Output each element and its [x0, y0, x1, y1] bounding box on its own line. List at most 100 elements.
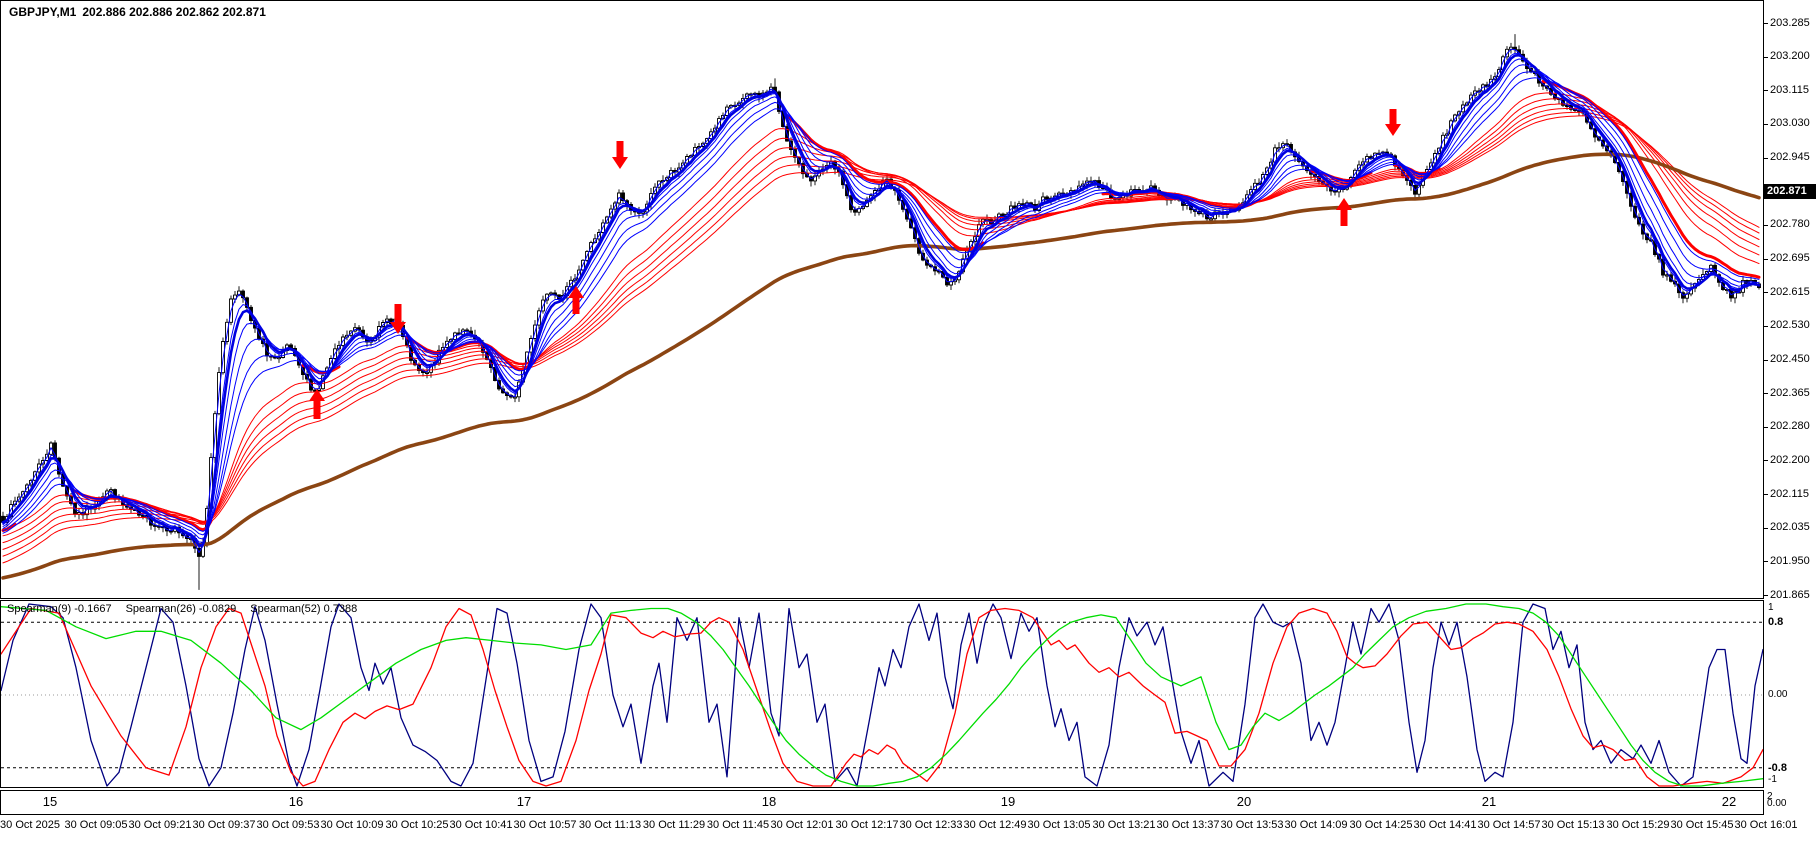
- price-axis-tick: [1763, 124, 1768, 125]
- time-axis-label: 30 Oct 15:45: [1671, 819, 1734, 831]
- indicator-axis-label: 0.8: [1768, 616, 1783, 628]
- price-axis-tick: [1763, 23, 1768, 24]
- time-axis-label: 30 Oct 13:53: [1221, 819, 1284, 831]
- price-axis-label: 203.030: [1770, 117, 1810, 129]
- time-axis-label: 30 Oct 13:05: [1028, 819, 1091, 831]
- slow-ema-line: [3, 93, 1759, 529]
- price-axis-tick: [1763, 393, 1768, 394]
- time-axis-label: 30 Oct 12:33: [900, 819, 963, 831]
- signal-arrow-down-icon[interactable]: [612, 141, 628, 169]
- spearman-chart-canvas[interactable]: [1, 601, 1763, 787]
- price-axis-label: 202.945: [1770, 151, 1810, 163]
- price-axis-tick: [1763, 90, 1768, 91]
- time-axis-label: 30 Oct 12:49: [964, 819, 1027, 831]
- signal-arrow-down-icon[interactable]: [1385, 109, 1401, 136]
- signal-arrow-up-icon[interactable]: [309, 389, 325, 419]
- indicator-value-label: Spearman(52) 0.7388: [250, 603, 357, 615]
- time-axis-label: 30 Oct 14:57: [1478, 819, 1541, 831]
- slow-ema-line: [3, 104, 1759, 543]
- price-axis-label: 203.200: [1770, 50, 1810, 62]
- price-axis-label: 202.780: [1770, 218, 1810, 230]
- hour-label: 17: [517, 794, 531, 809]
- price-axis-tick: [1763, 292, 1768, 293]
- price-axis-tick: [1763, 158, 1768, 159]
- hour-label: 18: [762, 794, 776, 809]
- price-axis-label: 202.200: [1770, 454, 1810, 466]
- indicator-value-label: Spearman(26) -0.0829: [126, 603, 237, 615]
- indicator-axis-label: -1: [1768, 774, 1777, 785]
- median-thick-blue-line: [3, 55, 1759, 545]
- time-axis-label: 30 Oct 15:29: [1607, 819, 1670, 831]
- price-axis-tick: [1763, 225, 1768, 226]
- spearman-indicator-window[interactable]: Spearman(9) -0.1667 Spearman(26) -0.0829 S…: [0, 600, 1764, 788]
- price-axis-tick: [1763, 460, 1768, 461]
- price-axis-label: 202.450: [1770, 353, 1810, 365]
- price-axis-tick: [1763, 528, 1768, 529]
- hour-label: 22: [1722, 794, 1736, 809]
- price-axis-label: 201.950: [1770, 555, 1810, 567]
- main-price-chart[interactable]: GBPJPY,M1 202.886 202.886 202.862 202.871: [0, 0, 1764, 599]
- price-axis-tick: [1763, 57, 1768, 58]
- signal-arrow-up-icon[interactable]: [1336, 198, 1352, 226]
- current-price-badge: 202.871: [1764, 184, 1816, 199]
- time-axis-label: 30 Oct 14:25: [1350, 819, 1413, 831]
- bull-candles: [6, 47, 1753, 556]
- time-axis-label: 30 Oct 09:21: [129, 819, 192, 831]
- hour-strip-axis-label: 0.00: [1767, 798, 1786, 809]
- chart-ohlc-label: 202.886 202.886 202.862 202.871: [82, 5, 266, 19]
- price-axis-tick: [1763, 427, 1768, 428]
- indicator-axis-label: -0.8: [1768, 762, 1787, 774]
- price-axis-label: 202.530: [1770, 319, 1810, 331]
- hour-label: 19: [1001, 794, 1015, 809]
- time-axis-label: 30 Oct 10:57: [514, 819, 577, 831]
- fast-ema-line: [3, 78, 1759, 533]
- hour-label: 15: [43, 794, 57, 809]
- time-axis-label: 30 Oct 11:29: [643, 819, 705, 831]
- spearman26-line: [1, 609, 1763, 787]
- time-axis-label: 30 Oct 12:17: [836, 819, 899, 831]
- slow-ema-line: [3, 108, 1759, 549]
- hour-label: 20: [1237, 794, 1251, 809]
- chart-symbol-label: GBPJPY,M1: [9, 5, 76, 19]
- chart-title: GBPJPY,M1 202.886 202.886 202.862 202.871: [9, 5, 272, 19]
- indicator-axis-label: 1: [1768, 602, 1774, 613]
- time-axis-label: 30 Oct 10:25: [386, 819, 449, 831]
- time-axis-label: 30 Oct 14:41: [1414, 819, 1477, 831]
- price-axis-tick: [1763, 494, 1768, 495]
- time-axis-label: 30 Oct 16:01: [1735, 819, 1798, 831]
- hour-label: 21: [1482, 794, 1496, 809]
- time-axis-label: 30 Oct 14:09: [1285, 819, 1348, 831]
- indicator-value-label: Spearman(9) -0.1667: [7, 603, 112, 615]
- price-axis-tick: [1763, 561, 1768, 562]
- time-axis-label: 30 Oct 09:05: [65, 819, 128, 831]
- mt4-chart-window: GBPJPY,M1 202.886 202.886 202.862 202.871…: [0, 0, 1816, 847]
- time-axis[interactable]: 30 Oct 202530 Oct 09:0530 Oct 09:2130 Oc…: [0, 815, 1816, 845]
- price-axis-label: 202.695: [1770, 252, 1810, 264]
- bear-candles: [2, 47, 1761, 556]
- long-ma-brown-line: [3, 154, 1759, 578]
- candlestick-chart-canvas[interactable]: [1, 1, 1763, 598]
- time-axis-label: 30 Oct 12:01: [771, 819, 834, 831]
- price-axis-label: 201.865: [1770, 589, 1810, 601]
- time-axis-label: 30 Oct 09:37: [193, 819, 256, 831]
- price-axis-tick: [1763, 326, 1768, 327]
- price-axis-label: 202.615: [1770, 286, 1810, 298]
- time-axis-label: 30 Oct 15:13: [1542, 819, 1605, 831]
- time-axis-label: 30 Oct 09:53: [257, 819, 320, 831]
- indicator-axis-label: 0.00: [1768, 689, 1787, 700]
- price-axis-label: 203.285: [1770, 17, 1810, 29]
- slow-ema-line: [3, 99, 1759, 536]
- price-axis-label: 202.115: [1770, 488, 1809, 500]
- fast-ema-line: [3, 53, 1759, 547]
- price-axis-tick: [1763, 360, 1768, 361]
- price-axis-label: 202.035: [1770, 521, 1810, 533]
- time-axis-label: 30 Oct 13:37: [1157, 819, 1220, 831]
- time-axis-label: 30 Oct 11:45: [707, 819, 769, 831]
- hour-strip: 15 16 17 18 19 20 21 22: [0, 790, 1764, 815]
- time-axis-label: 30 Oct 13:21: [1093, 819, 1156, 831]
- price-axis-label: 202.365: [1770, 387, 1810, 399]
- time-axis-label: 30 Oct 10:41: [450, 819, 513, 831]
- time-axis-label: 30 Oct 10:09: [321, 819, 384, 831]
- hour-label: 16: [289, 794, 303, 809]
- price-axis-tick: [1763, 595, 1768, 596]
